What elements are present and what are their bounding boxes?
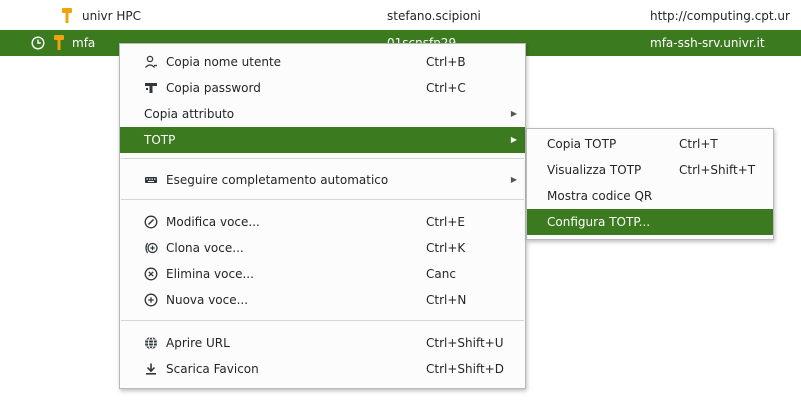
password-key-icon (144, 81, 158, 95)
clone-icon (144, 241, 158, 255)
menu-item-label: Copia attributo (144, 107, 235, 121)
download-icon (144, 362, 158, 376)
menu-item-edit-entry[interactable]: Modifica voce... Ctrl+E (120, 209, 525, 235)
menu-item-shortcut: Ctrl+Shift+D (426, 362, 504, 376)
menu-item-shortcut: Canc (426, 267, 456, 281)
menu-item-label: Configura TOTP... (547, 215, 651, 229)
menu-item-label: Copia nome utente (166, 55, 282, 69)
menu-item-label: Clona voce... (166, 241, 244, 255)
entry-url: http://computing.cpt.ur (650, 9, 790, 23)
globe-icon (144, 336, 158, 350)
submenu-arrow-icon: ▶ (510, 175, 517, 184)
menu-item-shortcut: Ctrl+N (426, 293, 467, 307)
menu-item-autotype[interactable]: Eseguire completamento automatico ▶ (120, 167, 525, 193)
menu-item-shortcut: Ctrl+C (426, 81, 466, 95)
menu-item-label: Modifica voce... (166, 215, 260, 229)
submenu-item-show-qr[interactable]: Mostra codice QR (527, 183, 773, 209)
menu-item-shortcut: Ctrl+B (426, 55, 466, 69)
entry-username: stefano.scipioni (387, 9, 481, 23)
entry-url: mfa-ssh-srv.univr.it (650, 36, 765, 50)
menu-item-label: Copia TOTP (547, 137, 617, 151)
menu-item-label: Elimina voce... (166, 267, 254, 281)
submenu-arrow-icon: ▶ (510, 135, 517, 144)
menu-item-totp[interactable]: TOTP ▶ (120, 127, 525, 153)
menu-item-copy-attribute[interactable]: Copia attributo ▶ (120, 101, 525, 127)
menu-item-open-url[interactable]: Aprire URL Ctrl+Shift+U (120, 330, 525, 356)
menu-item-label: Scarica Favicon (166, 362, 259, 376)
menu-item-download-favicon[interactable]: Scarica Favicon Ctrl+Shift+D (120, 356, 525, 382)
menu-item-copy-password[interactable]: Copia password Ctrl+C (120, 75, 525, 101)
menu-item-shortcut: Ctrl+T (679, 137, 718, 151)
menu-item-clone-entry[interactable]: Clona voce... Ctrl+K (120, 235, 525, 261)
key-icon (54, 35, 64, 50)
menu-item-shortcut: Ctrl+Shift+U (426, 336, 504, 350)
menu-separator (121, 320, 524, 321)
menu-item-label: Mostra codice QR (547, 189, 653, 203)
menu-item-label: Copia password (166, 81, 261, 95)
user-icon (144, 55, 158, 69)
add-icon (144, 293, 158, 307)
delete-icon (144, 267, 158, 281)
menu-item-label: Visualizza TOTP (547, 163, 642, 177)
menu-item-copy-username[interactable]: Copia nome utente Ctrl+B (120, 49, 525, 75)
menu-item-label: Eseguire completamento automatico (166, 173, 389, 187)
entry-title: mfa (72, 36, 96, 50)
clock-icon (31, 36, 45, 50)
submenu-item-setup-totp[interactable]: Configura TOTP... (527, 209, 773, 235)
menu-item-new-entry[interactable]: Nuova voce... Ctrl+N (120, 287, 525, 313)
totp-submenu: Copia TOTP Ctrl+T Visualizza TOTP Ctrl+S… (526, 128, 774, 240)
keyboard-icon (144, 173, 158, 187)
menu-item-shortcut: Ctrl+Shift+T (679, 163, 756, 177)
submenu-item-copy-totp[interactable]: Copia TOTP Ctrl+T (527, 131, 773, 157)
entry-title: univr HPC (82, 9, 142, 23)
entry-row-univr-hpc[interactable]: univr HPC stefano.scipioni http://comput… (0, 4, 801, 28)
submenu-item-show-totp[interactable]: Visualizza TOTP Ctrl+Shift+T (527, 157, 773, 183)
menu-item-label: TOTP (144, 133, 176, 147)
menu-item-delete-entry[interactable]: Elimina voce... Canc (120, 261, 525, 287)
menu-item-label: Nuova voce... (166, 293, 249, 307)
key-icon (62, 8, 72, 23)
menu-separator (121, 158, 524, 159)
menu-item-label: Aprire URL (166, 336, 230, 350)
edit-icon (144, 215, 158, 229)
menu-separator (121, 199, 524, 200)
context-menu: Copia nome utente Ctrl+B Copia password … (119, 43, 526, 389)
menu-item-shortcut: Ctrl+K (426, 241, 466, 255)
submenu-arrow-icon: ▶ (510, 109, 517, 118)
menu-item-shortcut: Ctrl+E (426, 215, 465, 229)
